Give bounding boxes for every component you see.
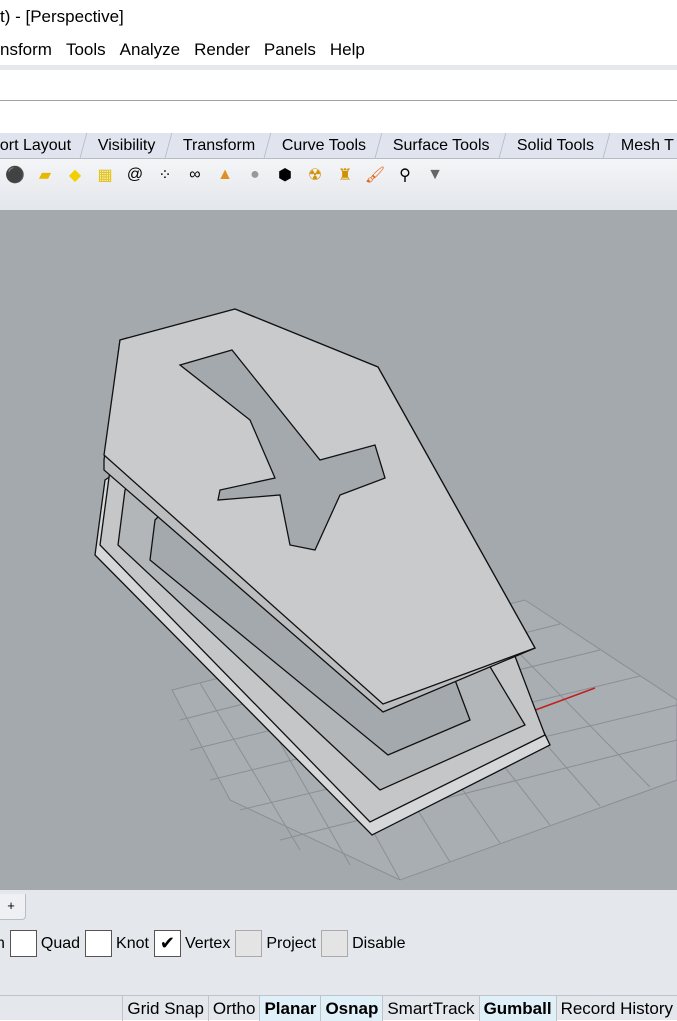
disable-checkbox[interactable] (321, 930, 349, 957)
coffin-model (94, 308, 677, 881)
snap-label-near: n (0, 934, 5, 952)
filter-icon[interactable]: ▼ (422, 162, 448, 188)
menu-bar: nsform Tools Analyze Render Panels Help (0, 35, 677, 65)
tab-mesh-tools[interactable]: Mesh T (603, 133, 677, 158)
zoom-icon[interactable]: ⚲ (392, 162, 418, 188)
paintbrush-icon[interactable]: 🖌 (362, 162, 388, 188)
osnap-options: n Quad Knot ✔ Vertex Project Disable (0, 930, 405, 957)
planar-toggle[interactable]: Planar (259, 996, 321, 1021)
perspective-viewport[interactable] (0, 210, 677, 890)
spiral-icon[interactable]: @ (122, 162, 148, 188)
menu-render[interactable]: Render (194, 40, 250, 65)
smarttrack-toggle[interactable]: SmartTrack (382, 996, 478, 1021)
window-title: t) - [Perspective] (0, 7, 124, 26)
add-tab-button[interactable]: + (0, 894, 26, 920)
quad-checkbox[interactable] (9, 930, 37, 957)
tab-surface-tools[interactable]: Surface Tools (375, 133, 507, 158)
menu-help[interactable]: Help (330, 40, 365, 65)
osnap-toggle[interactable]: Osnap (320, 996, 383, 1021)
tab-viewport-layout[interactable]: ort Layout (0, 133, 88, 158)
check-icon: ✔ (159, 933, 176, 953)
menu-tools[interactable]: Tools (66, 40, 106, 65)
status-bar: Grid Snap Ortho Planar Osnap SmartTrack … (0, 995, 677, 1021)
toolbar-tabs: ort Layout Visibility Transform Curve To… (0, 133, 677, 159)
disable-label: Disable (352, 934, 406, 952)
box-icon[interactable]: ▰ (32, 162, 58, 188)
chain-icon[interactable]: ∞ (182, 162, 208, 188)
shaded-sphere-icon[interactable]: ● (242, 162, 268, 188)
command-history[interactable] (0, 70, 677, 101)
points-icon[interactable]: ⁘ (152, 162, 178, 188)
grid-snap-toggle[interactable]: Grid Snap (122, 996, 208, 1021)
knot-checkbox[interactable] (85, 930, 113, 957)
coffin-lid (103, 308, 536, 713)
light-icon[interactable]: ☢ (302, 162, 328, 188)
render-icon[interactable]: ♜ (332, 162, 358, 188)
project-label: Project (266, 934, 317, 952)
cube-icon[interactable]: ⬢ (272, 162, 298, 188)
project-checkbox[interactable] (235, 930, 263, 957)
vertex-label: Vertex (184, 934, 231, 952)
knot-label: Knot (116, 934, 149, 952)
record-history-toggle[interactable]: Record History (555, 996, 677, 1021)
tab-curve-tools[interactable]: Curve Tools (264, 133, 383, 158)
grid-surface-icon[interactable]: ▦ (92, 162, 118, 188)
pyramid-icon[interactable]: ▲ (212, 162, 238, 188)
quad-label: Quad (40, 934, 81, 952)
gumball-toggle[interactable]: Gumball (478, 996, 556, 1021)
command-prompt[interactable] (0, 102, 677, 132)
menu-transform[interactable]: nsform (0, 40, 52, 65)
toolbar: ⚫ ▰ ◆ ▦ @ ⁘ ∞ ▲ ● ⬢ ☢ ♜ 🖌 ⚲ ▼ (0, 159, 677, 210)
vertex-checkbox[interactable]: ✔ (153, 930, 181, 957)
tab-transform[interactable]: Transform (165, 133, 272, 158)
menu-panels[interactable]: Panels (264, 40, 316, 65)
ortho-toggle[interactable]: Ortho (207, 996, 260, 1021)
menu-analyze[interactable]: Analyze (120, 40, 180, 65)
tab-solid-tools[interactable]: Solid Tools (499, 133, 611, 158)
surface-icon[interactable]: ◆ (62, 162, 88, 188)
osnap-panel: + n Quad Knot ✔ Vertex Project Disable (0, 890, 677, 995)
sphere-icon[interactable]: ⚫ (2, 162, 28, 188)
tab-visibility[interactable]: Visibility (80, 133, 173, 158)
